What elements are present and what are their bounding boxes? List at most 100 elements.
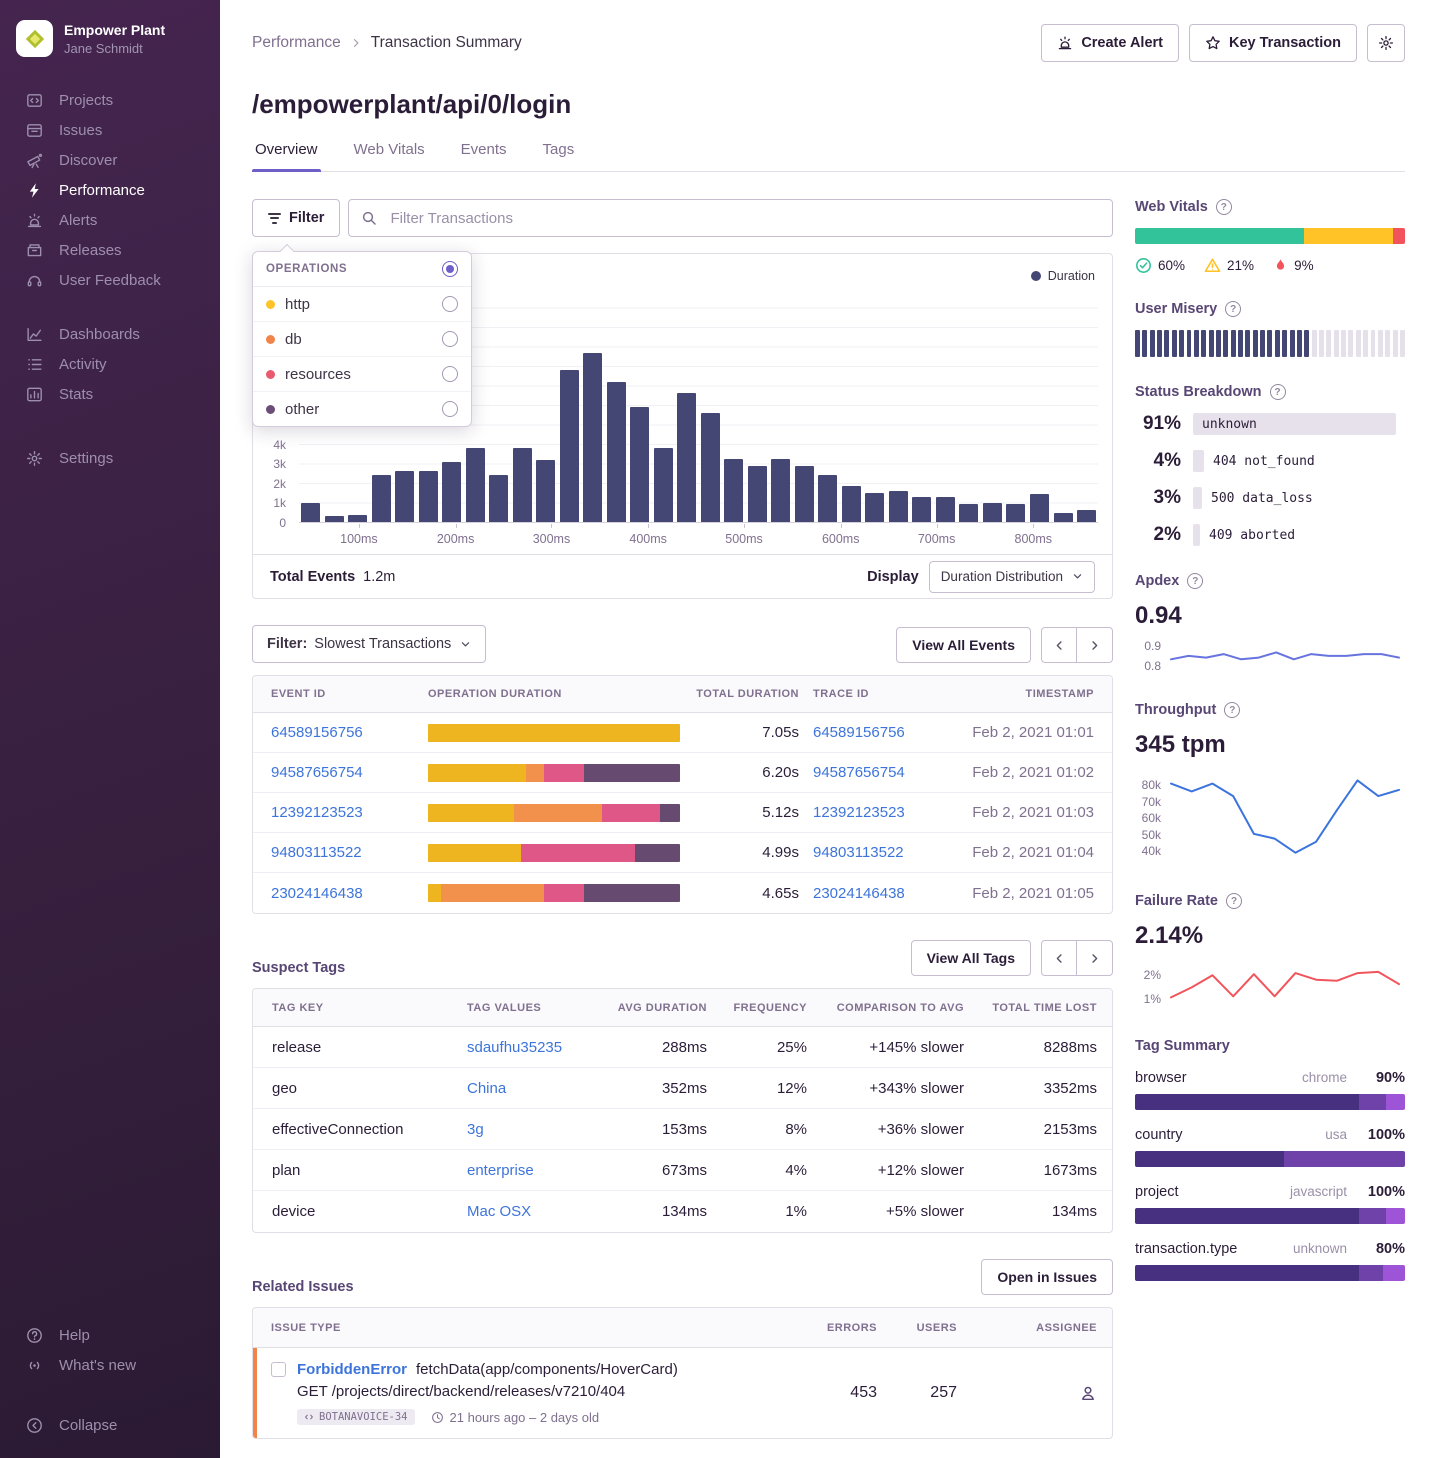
chevron-right-icon (1088, 952, 1101, 965)
total-events-value: 1.2m (363, 569, 395, 585)
tab[interactable]: Events (458, 141, 510, 171)
comparison-to-avg: +343% slower (807, 1080, 964, 1097)
sidebar-item[interactable]: Activity (0, 349, 220, 379)
project-chip[interactable]: BOTANAVOICE-34 (297, 1409, 415, 1425)
trace-id-link[interactable]: 12392123523 (813, 804, 908, 821)
settings-button[interactable] (1367, 24, 1405, 62)
help-icon[interactable]: ? (1216, 199, 1232, 215)
vitals-poor-pct: 9% (1294, 258, 1314, 273)
operation-option[interactable]: other (253, 392, 471, 426)
issue-checkbox[interactable] (271, 1362, 286, 1377)
operation-radio[interactable] (442, 366, 458, 382)
sidebar-item-icon (26, 92, 43, 109)
trace-id-link[interactable]: 94803113522 (813, 844, 908, 861)
person-icon[interactable] (1079, 1384, 1097, 1402)
help-icon[interactable]: ? (1225, 301, 1241, 317)
chevron-left-icon (1053, 639, 1066, 652)
operation-radio[interactable] (442, 331, 458, 347)
prev-page-button[interactable] (1041, 627, 1077, 663)
event-id-link[interactable]: 94587656754 (271, 764, 414, 781)
sidebar-item[interactable]: Issues (0, 115, 220, 145)
sidebar-footer: Help What's new Collapse (0, 1320, 220, 1440)
total-time-lost: 2153ms (964, 1121, 1097, 1138)
events-filter-dropdown[interactable]: Filter: Slowest Transactions (252, 625, 486, 663)
sidebar: Empower Plant Jane Schmidt Projects Issu… (0, 0, 220, 1458)
key-transaction-button[interactable]: Key Transaction (1189, 24, 1357, 62)
operation-option[interactable]: db (253, 322, 471, 357)
sidebar-item[interactable]: User Feedback (0, 265, 220, 295)
next-page-button[interactable] (1077, 627, 1113, 663)
issue-type-link[interactable]: ForbiddenError (297, 1361, 407, 1378)
operation-option[interactable]: resources (253, 357, 471, 392)
sidebar-item[interactable]: Help (0, 1320, 220, 1350)
tab[interactable]: Overview (252, 141, 321, 171)
sidebar-item[interactable]: Stats (0, 379, 220, 409)
histogram-bar (560, 370, 579, 522)
help-icon[interactable]: ? (1187, 573, 1203, 589)
sidebar-item[interactable]: Alerts (0, 205, 220, 235)
operations-radio-checked[interactable] (442, 261, 458, 277)
chevron-down-icon (460, 639, 471, 650)
tag-value-link[interactable]: Mac OSX (467, 1203, 617, 1220)
create-alert-button[interactable]: Create Alert (1041, 24, 1179, 62)
throughput-title: Throughput (1135, 702, 1216, 718)
trace-id-link[interactable]: 23024146438 (813, 885, 908, 902)
event-id-link[interactable]: 23024146438 (271, 885, 414, 902)
help-icon[interactable]: ? (1270, 384, 1286, 400)
tag-value-link[interactable]: China (467, 1080, 617, 1097)
trace-id-link[interactable]: 94587656754 (813, 764, 908, 781)
throughput-value: 345 tpm (1135, 731, 1405, 759)
operation-option[interactable]: http (253, 287, 471, 322)
operation-radio[interactable] (442, 296, 458, 312)
next-page-button[interactable] (1077, 940, 1113, 976)
sidebar-item[interactable]: Settings (0, 443, 220, 473)
tag-value-link[interactable]: 3g (467, 1121, 617, 1138)
sidebar-item[interactable]: Dashboards (0, 319, 220, 349)
trace-id-link[interactable]: 64589156756 (813, 724, 908, 741)
tab[interactable]: Tags (540, 141, 578, 171)
event-id-link[interactable]: 64589156756 (271, 724, 414, 741)
status-percent: 3% (1135, 487, 1181, 509)
sidebar-item[interactable]: Releases (0, 235, 220, 265)
status-bar (1193, 487, 1202, 509)
search-input[interactable] (348, 199, 1113, 237)
sidebar-item-icon (26, 272, 43, 289)
tag-value-link[interactable]: enterprise (467, 1162, 617, 1179)
org-switcher[interactable]: Empower Plant Jane Schmidt (0, 14, 220, 63)
chevron-left-icon (1053, 952, 1066, 965)
display-select-value: Duration Distribution (941, 569, 1063, 584)
view-all-tags-button[interactable]: View All Tags (911, 940, 1031, 976)
sidebar-item-label: Projects (59, 92, 113, 109)
histogram-bar (842, 486, 861, 522)
tag-value-link[interactable]: sdaufhu35235 (467, 1039, 617, 1056)
breadcrumb-parent[interactable]: Performance (252, 34, 341, 52)
sidebar-item-label: Help (59, 1327, 90, 1344)
help-icon[interactable]: ? (1224, 702, 1240, 718)
sidebar-item[interactable]: Projects (0, 85, 220, 115)
sidebar-item[interactable]: Performance (0, 175, 220, 205)
sidebar-item[interactable]: What's new (0, 1350, 220, 1380)
event-id-link[interactable]: 12392123523 (271, 804, 414, 821)
sidebar-collapse-button[interactable]: Collapse (0, 1410, 220, 1440)
view-all-events-button[interactable]: View All Events (896, 627, 1031, 663)
tag-summary-block: Tag Summary browser chrome 90% (1135, 1038, 1405, 1281)
sidebar-nav-footer: Help What's new (0, 1320, 220, 1380)
apdex-title: Apdex (1135, 573, 1179, 589)
total-duration-value: 4.99s (694, 844, 799, 861)
open-in-issues-button[interactable]: Open in Issues (981, 1259, 1113, 1295)
sidebar-item-icon (26, 1357, 43, 1374)
histogram-bar (865, 493, 884, 522)
prev-page-button[interactable] (1041, 940, 1077, 976)
display-select[interactable]: Duration Distribution (929, 561, 1095, 593)
operation-option-label: http (285, 296, 310, 313)
status-row: 2% 409 aborted (1135, 524, 1405, 546)
operation-radio[interactable] (442, 401, 458, 417)
event-id-link[interactable]: 94803113522 (271, 844, 414, 861)
filter-button[interactable]: Filter (252, 199, 340, 237)
apdex-y-axis: 0.90.8 (1135, 640, 1169, 670)
help-icon[interactable]: ? (1226, 893, 1242, 909)
org-identity: Empower Plant Jane Schmidt (64, 22, 165, 56)
sidebar-item[interactable]: Discover (0, 145, 220, 175)
tab[interactable]: Web Vitals (351, 141, 428, 171)
status-row: 3% 500 data_loss (1135, 487, 1405, 509)
